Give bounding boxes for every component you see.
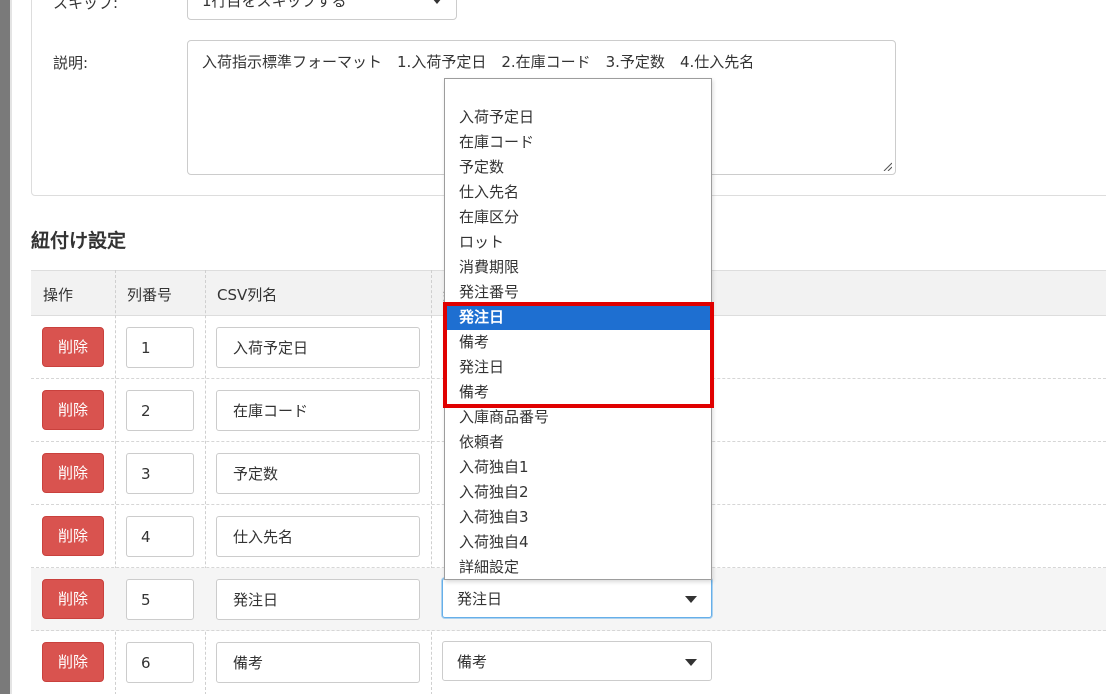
column-number-input[interactable]: 5 bbox=[126, 579, 194, 620]
dropdown-option[interactable]: 依頼者 bbox=[445, 430, 711, 455]
dropdown-option[interactable]: 在庫区分 bbox=[445, 205, 711, 230]
column-number-input[interactable]: 3 bbox=[126, 453, 194, 494]
description-text: 入荷指示標準フォーマット 1.入荷予定日 2.在庫コード 3.予定数 4.仕入先… bbox=[202, 53, 755, 71]
delete-button[interactable]: 削除 bbox=[42, 390, 104, 430]
description-label: 説明: bbox=[53, 54, 89, 72]
csv-column-name-input[interactable]: 在庫コード bbox=[216, 390, 420, 431]
mapping-select[interactable]: 発注日 bbox=[442, 578, 712, 618]
csv-column-name-input[interactable]: 入荷予定日 bbox=[216, 327, 420, 368]
dropdown-option[interactable]: 予定数 bbox=[445, 155, 711, 180]
section-title: 紐付け設定 bbox=[31, 230, 127, 252]
column-number-input[interactable]: 2 bbox=[126, 390, 194, 431]
column-number-input[interactable]: 6 bbox=[126, 642, 194, 683]
delete-button[interactable]: 削除 bbox=[42, 642, 104, 682]
window-edge-inner bbox=[10, 0, 12, 694]
dropdown-option[interactable]: 入荷独自4 bbox=[445, 530, 711, 555]
table-row: 削除 6 備考 備考 bbox=[31, 631, 1106, 694]
dropdown-option[interactable]: 詳細設定 bbox=[445, 555, 711, 580]
column-number-input[interactable]: 4 bbox=[126, 516, 194, 557]
csv-column-name-input[interactable]: 仕入先名 bbox=[216, 516, 420, 557]
window-edge bbox=[0, 0, 10, 694]
skip-select-value: 1行目をスキップする bbox=[202, 0, 347, 10]
column-header-action: 操作 bbox=[43, 286, 74, 304]
column-header-csv-name: CSV列名 bbox=[217, 286, 278, 304]
csv-column-name-input[interactable]: 発注日 bbox=[216, 579, 420, 620]
delete-button[interactable]: 削除 bbox=[42, 516, 104, 556]
dropdown-option[interactable]: 入荷独自3 bbox=[445, 505, 711, 530]
mapping-select-value: 備考 bbox=[457, 653, 488, 671]
column-number-input[interactable]: 1 bbox=[126, 327, 194, 368]
chevron-down-icon bbox=[432, 0, 442, 4]
mapping-select[interactable]: 備考 bbox=[442, 641, 712, 681]
dropdown-option[interactable]: 入庫商品番号 bbox=[445, 405, 711, 430]
mapping-select-value: 発注日 bbox=[457, 590, 503, 608]
dropdown-option-empty[interactable] bbox=[445, 81, 711, 106]
highlight-annotation-box bbox=[443, 302, 714, 408]
skip-select[interactable]: 1行目をスキップする bbox=[187, 0, 457, 20]
resize-grip-icon[interactable] bbox=[882, 161, 892, 171]
dropdown-option[interactable]: 入荷独自2 bbox=[445, 480, 711, 505]
csv-column-name-input[interactable]: 予定数 bbox=[216, 453, 420, 494]
delete-button[interactable]: 削除 bbox=[42, 327, 104, 367]
delete-button[interactable]: 削除 bbox=[42, 579, 104, 619]
skip-label: スキップ: bbox=[53, 0, 119, 12]
csv-column-name-input[interactable]: 備考 bbox=[216, 642, 420, 683]
dropdown-option[interactable]: 入荷予定日 bbox=[445, 105, 711, 130]
chevron-down-icon bbox=[685, 659, 697, 666]
dropdown-option[interactable]: ロット bbox=[445, 230, 711, 255]
dropdown-option[interactable]: 消費期限 bbox=[445, 255, 711, 280]
delete-button[interactable]: 削除 bbox=[42, 453, 104, 493]
chevron-down-icon bbox=[685, 596, 697, 603]
dropdown-option[interactable]: 入荷独自1 bbox=[445, 455, 711, 480]
dropdown-option[interactable]: 仕入先名 bbox=[445, 180, 711, 205]
dropdown-option[interactable]: 在庫コード bbox=[445, 130, 711, 155]
column-header-col-no: 列番号 bbox=[127, 286, 173, 304]
